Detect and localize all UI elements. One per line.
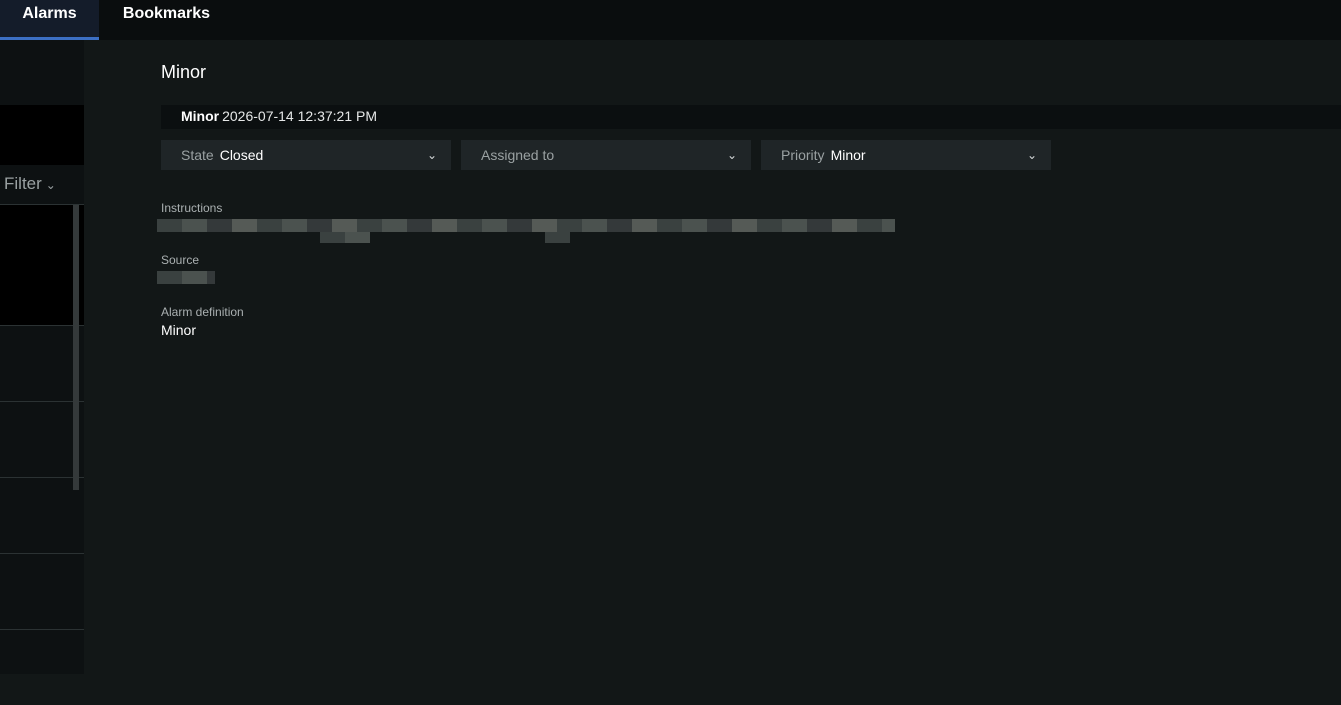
alarm-list-panel: Filter ⌄ xyxy=(0,40,84,674)
state-dropdown[interactable]: State Closed ⌄ xyxy=(161,140,451,170)
instructions-redacted xyxy=(545,232,570,243)
instructions-redacted xyxy=(157,219,895,232)
top-bar: Alarms Bookmarks xyxy=(0,0,1341,40)
list-item[interactable] xyxy=(0,630,72,705)
priority-dropdown[interactable]: Priority Minor ⌄ xyxy=(761,140,1051,170)
event-name: Minor xyxy=(181,108,220,124)
source-label: Source xyxy=(161,253,200,267)
alarm-definition-label: Alarm definition xyxy=(161,305,244,319)
list-header-preview xyxy=(0,105,84,165)
scrollbar[interactable] xyxy=(73,205,79,490)
chevron-down-icon: ⌄ xyxy=(726,148,737,162)
instructions-label: Instructions xyxy=(161,201,223,215)
list-item-selected[interactable] xyxy=(0,205,84,325)
list-item[interactable] xyxy=(0,402,72,477)
event-bar: Minor 2026-07-14 12:37:21 PM xyxy=(161,105,1341,129)
list-item[interactable] xyxy=(0,478,72,553)
assigned-to-label: Assigned to xyxy=(481,147,555,163)
priority-value: Minor xyxy=(830,147,866,163)
assigned-to-dropdown[interactable]: Assigned to ⌄ xyxy=(461,140,751,170)
state-value: Closed xyxy=(219,147,264,163)
tab-bookmarks[interactable]: Bookmarks xyxy=(99,0,234,40)
instructions-redacted xyxy=(320,232,370,243)
alarm-definition-value: Minor xyxy=(161,322,197,338)
filter-dropdown[interactable]: Filter ⌄ xyxy=(4,174,56,194)
source-redacted xyxy=(157,271,215,284)
tab-alarms[interactable]: Alarms xyxy=(0,0,99,40)
chevron-down-icon: ⌄ xyxy=(45,178,56,192)
filter-label: Filter xyxy=(4,174,42,193)
page-title: Minor xyxy=(161,62,207,82)
priority-label: Priority xyxy=(781,147,825,163)
chevron-down-icon: ⌄ xyxy=(1026,148,1037,162)
state-label: State xyxy=(181,147,214,163)
chevron-down-icon: ⌄ xyxy=(426,148,437,162)
list-item[interactable] xyxy=(0,326,72,401)
list-item[interactable] xyxy=(0,554,72,629)
event-timestamp: 2026-07-14 12:37:21 PM xyxy=(222,108,377,124)
